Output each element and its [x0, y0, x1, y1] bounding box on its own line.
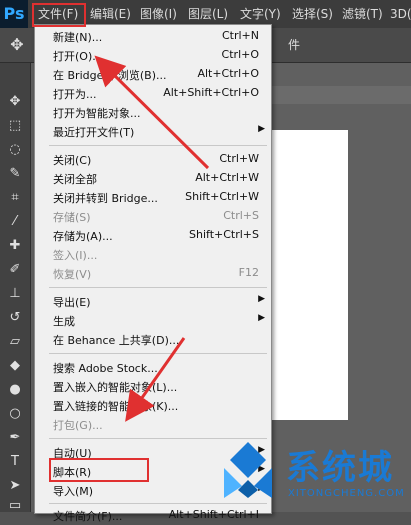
menu-separator [49, 145, 267, 146]
photoshop-logo: Ps [0, 0, 28, 28]
move-tool-icon[interactable]: ✥ [4, 91, 26, 113]
menu-export[interactable]: 导出(E) ▶ [35, 292, 271, 311]
submenu-arrow-icon: ▶ [258, 124, 265, 134]
menu-search-adobe-stock[interactable]: 搜索 Adobe Stock... [35, 358, 271, 377]
menu-close[interactable]: 关闭(C) Ctrl+W [35, 150, 271, 169]
pen-tool-icon[interactable]: ✒ [4, 427, 26, 449]
menu-recent-files[interactable]: 最近打开文件(T) ▶ [35, 122, 271, 141]
eyedropper-tool-icon[interactable]: ⁄ [4, 211, 26, 233]
dodge-tool-icon[interactable]: ○ [4, 403, 26, 425]
marquee-tool-icon[interactable]: ⬚ [4, 115, 26, 137]
menu-generate[interactable]: 生成 ▶ [35, 311, 271, 330]
menu-browse-in-bridge[interactable]: 在 Bridge 中浏览(B)... Alt+Ctrl+O [35, 65, 271, 84]
submenu-arrow-icon: ▶ [258, 294, 265, 304]
menu-save-as[interactable]: 存储为(A)... Shift+Ctrl+S [35, 226, 271, 245]
move-tool-icon[interactable]: ✥ [6, 34, 28, 56]
clone-stamp-tool-icon[interactable]: ⊥ [4, 283, 26, 305]
menu-select[interactable]: 选择(S) [288, 0, 337, 28]
menu-place-linked[interactable]: 置入链接的智能对象(K)... [35, 396, 271, 415]
type-tool-icon[interactable]: T [4, 451, 26, 473]
menu-open[interactable]: 打开(O)... Ctrl+O [35, 46, 271, 65]
document-canvas[interactable] [272, 130, 348, 420]
watermark-text: 系统城 [286, 448, 394, 488]
menu-separator [49, 287, 267, 288]
paint-bucket-tool-icon[interactable]: ◆ [4, 355, 26, 377]
menu-close-and-go-to-bridge[interactable]: 关闭并转到 Bridge... Shift+Ctrl+W [35, 188, 271, 207]
menu-place-embedded[interactable]: 置入嵌入的智能对象(L)... [35, 377, 271, 396]
submenu-arrow-icon: ▶ [258, 313, 265, 323]
menu-package[interactable]: 打包(G)... [35, 415, 271, 434]
menu-separator [49, 353, 267, 354]
menu-open-as[interactable]: 打开为... Alt+Shift+Ctrl+O [35, 84, 271, 103]
watermark-logo-icon [224, 442, 272, 498]
watermark-url: XITONGCHENG.COM [288, 488, 405, 499]
menu-save[interactable]: 存储(S) Ctrl+S [35, 207, 271, 226]
menu-close-all[interactable]: 关闭全部 Alt+Ctrl+W [35, 169, 271, 188]
menu-open-as-smart-object[interactable]: 打开为智能对象... [35, 103, 271, 122]
options-label: 件 [288, 38, 301, 52]
menu-3d[interactable]: 3D( [386, 0, 411, 28]
menu-check-in[interactable]: 签入(I)... [35, 245, 271, 264]
scripts-highlight [49, 458, 149, 482]
quick-select-tool-icon[interactable]: ✎ [4, 163, 26, 185]
lasso-tool-icon[interactable]: ◌ [4, 139, 26, 161]
file-menu-highlight [32, 3, 86, 27]
eraser-tool-icon[interactable]: ▱ [4, 331, 26, 353]
menu-share-on-behance[interactable]: 在 Behance 上共享(D)... [35, 330, 271, 349]
rectangle-tool-icon[interactable]: ▭ [4, 495, 26, 517]
tools-panel: ✥ ⬚ ◌ ✎ ⌗ ⁄ ✚ ✐ ⊥ ↺ ▱ ◆ ● ○ ✒ T ➤ ▭ [0, 63, 31, 513]
history-brush-tool-icon[interactable]: ↺ [4, 307, 26, 329]
healing-brush-tool-icon[interactable]: ✚ [4, 235, 26, 257]
menu-new[interactable]: 新建(N)... Ctrl+N [35, 27, 271, 46]
menu-revert[interactable]: 恢复(V) F12 [35, 264, 271, 283]
crop-tool-icon[interactable]: ⌗ [4, 187, 26, 209]
document-tab[interactable] [272, 86, 411, 104]
path-select-tool-icon[interactable]: ➤ [4, 475, 26, 497]
menu-filter[interactable]: 滤镜(T) [338, 0, 387, 28]
brush-tool-icon[interactable]: ✐ [4, 259, 26, 281]
blur-tool-icon[interactable]: ● [4, 379, 26, 401]
watermark: 系统城 XITONGCHENG.COM [218, 438, 411, 512]
